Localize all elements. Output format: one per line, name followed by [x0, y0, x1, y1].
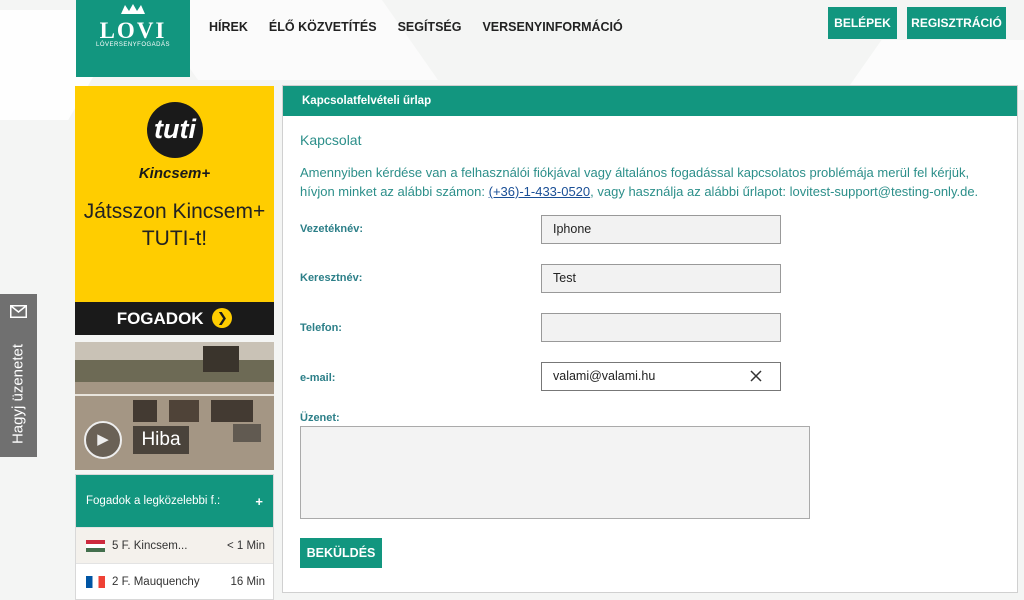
promo-text-line: TUTI-t!: [141, 227, 208, 250]
video-status-label: Hiba: [133, 426, 189, 454]
email-input[interactable]: valami@valami.hu: [541, 362, 781, 391]
race-row[interactable]: 5 F. Kincsem... < 1 Min: [76, 527, 273, 563]
lastname-label: Vezetéknév:: [300, 223, 363, 235]
contact-form-panel: Kapcsolatfelvételi űrlap Kapcsolat Amenn…: [282, 85, 1018, 593]
promo-banner[interactable]: tuti Kincsem+ Játsszon Kincsem+ TUTI-t! …: [75, 86, 274, 335]
feedback-label: Hagyj üzenetet: [9, 343, 27, 445]
main-nav: HÍREK ÉLŐ KÖZVETÍTÉS SEGÍTSÉG VERSENYINF…: [209, 20, 644, 34]
promo-cta-label: FOGADOK: [116, 309, 204, 328]
register-button[interactable]: REGISZTRÁCIÓ: [907, 7, 1006, 39]
clear-icon[interactable]: [749, 369, 763, 383]
firstname-label: Keresztnév:: [300, 272, 363, 284]
hungary-flag-icon: [86, 539, 105, 552]
tuti-logo: tuti: [147, 102, 203, 158]
promo-text: Játsszon Kincsem+ TUTI-t!: [75, 198, 274, 252]
chevron-right-icon: ❯: [212, 308, 233, 328]
upcoming-races-widget: Fogadok a legközelebbi f.: + 5 F. Kincse…: [75, 474, 274, 600]
race-name: 5 F. Kincsem...: [112, 539, 188, 552]
phone-link[interactable]: (+36)-1-433-0520: [489, 184, 591, 199]
promo-cta-button[interactable]: FOGADOK ❯: [75, 302, 274, 335]
video-watermark: [233, 424, 261, 442]
background-shape: [846, 40, 1024, 90]
video-trees: [75, 360, 274, 382]
phone-label: Telefon:: [300, 322, 342, 334]
crown-icon: [121, 4, 145, 14]
panel-title: Kapcsolatfelvételi űrlap: [283, 86, 1017, 116]
video-horses: [133, 400, 253, 422]
nav-item-help[interactable]: SEGÍTSÉG: [398, 20, 462, 34]
upcoming-races-title: Fogadok a legközelebbi f.:: [86, 495, 221, 507]
brand-tagline: LÓVERSENYFOGADÁS: [95, 42, 171, 48]
upcoming-races-header[interactable]: Fogadok a legközelebbi f.: +: [76, 475, 273, 527]
nav-item-race-info[interactable]: VERSENYINFORMÁCIÓ: [482, 20, 622, 34]
nav-item-live-stream[interactable]: ÉLŐ KÖZVETÍTÉS: [269, 20, 377, 34]
expand-icon[interactable]: +: [255, 494, 263, 509]
video-grandstand: [203, 346, 239, 372]
message-label: Üzenet:: [300, 412, 340, 424]
kincsem-logo: Kincsem+: [138, 165, 211, 182]
feedback-tab[interactable]: Hagyj üzenetet: [0, 294, 37, 457]
phone-input[interactable]: [541, 313, 781, 342]
contact-info-after: , vagy használja az alábbi űrlapot: lovi…: [590, 184, 979, 199]
brand-name: LOVI: [99, 18, 167, 43]
promo-text-line: Játsszon Kincsem+: [83, 200, 266, 223]
mail-icon: [10, 305, 27, 318]
brand-logo[interactable]: LOVI LÓVERSENYFOGADÁS: [76, 0, 190, 77]
panel-subtitle: Kapcsolat: [300, 132, 362, 148]
race-name: 2 F. Mauquenchy: [112, 575, 200, 588]
race-time: 16 Min: [230, 575, 265, 588]
nav-item-news[interactable]: HÍREK: [209, 20, 248, 34]
play-icon[interactable]: ▶: [84, 421, 122, 459]
firstname-input[interactable]: Test: [541, 264, 781, 293]
live-video-thumbnail[interactable]: ▶ Hiba: [75, 342, 274, 470]
message-textarea[interactable]: [300, 426, 810, 519]
submit-button[interactable]: BEKÜLDÉS: [300, 538, 382, 568]
contact-info-text: Amennyiben kérdése van a felhasználói fi…: [300, 163, 1000, 201]
race-row[interactable]: 2 F. Mauquenchy 16 Min: [76, 563, 273, 599]
race-time: < 1 Min: [226, 539, 265, 552]
video-rail: [75, 394, 274, 396]
france-flag-icon: [86, 575, 105, 588]
login-button[interactable]: BELÉPEK: [828, 7, 897, 39]
email-label: e-mail:: [300, 372, 336, 384]
lastname-input[interactable]: Iphone: [541, 215, 781, 244]
